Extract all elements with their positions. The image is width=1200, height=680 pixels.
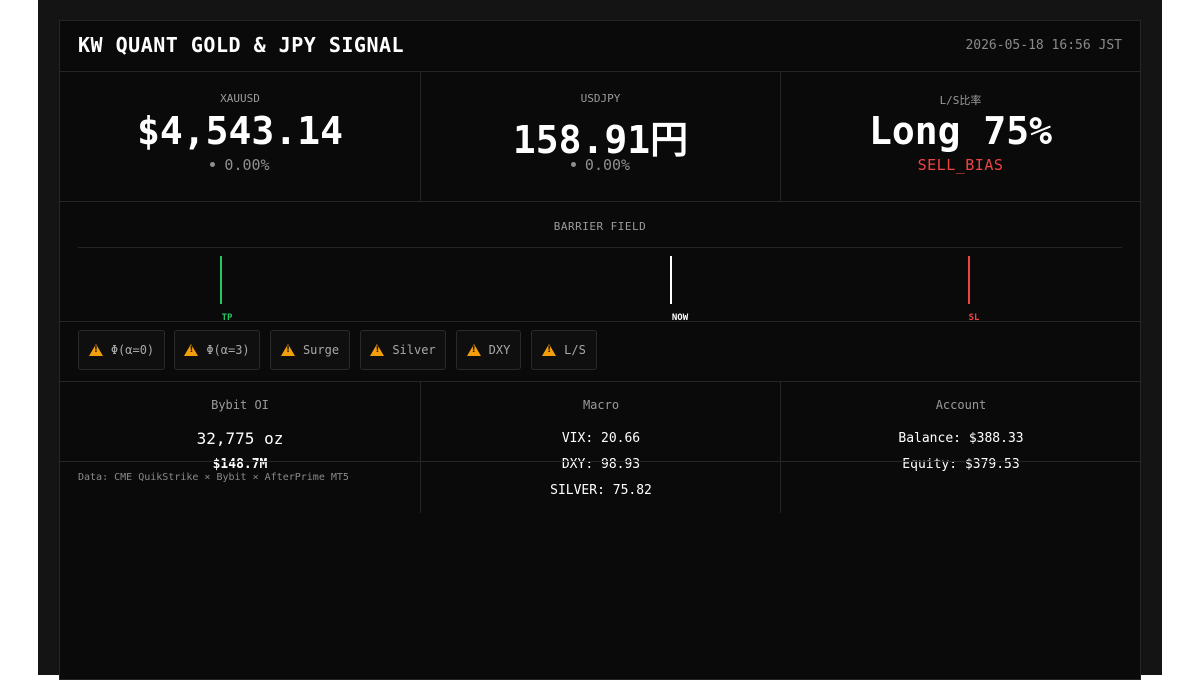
quote-usdjpy: USDJPY 158.91円 0.00%: [420, 71, 780, 201]
quote-label: USDJPY: [580, 92, 621, 105]
warning-icon: [88, 344, 103, 356]
account-card: Account Balance: $388.33 Equity: $379.53: [780, 381, 1141, 513]
chip-label: Surge: [302, 343, 340, 357]
chip-phi-alpha-0[interactable]: Φ(α=0): [78, 330, 165, 370]
footer-divider: [60, 461, 1140, 462]
quote-change-value: 0.00%: [224, 156, 270, 174]
chip-label: Φ(α=0): [110, 343, 155, 357]
now-marker: [670, 256, 672, 304]
quote-price: $4,543.14: [137, 109, 343, 153]
chip-label: Φ(α=3): [206, 343, 250, 357]
dot-icon: [570, 161, 576, 167]
warning-icon: [466, 344, 481, 356]
chip-label: Silver: [392, 343, 436, 357]
barrier-field: BARRIER FIELD TP NOW SL: [60, 201, 1140, 323]
sl-marker: [968, 256, 970, 304]
stat-label: Macro: [582, 398, 620, 412]
dot-icon: [210, 161, 216, 167]
vix-value: VIX: 20.66: [561, 431, 641, 446]
quote-ls-ratio: L/S比率 Long 75% SELL_BIAS: [780, 71, 1140, 201]
warning-icon: [184, 344, 199, 356]
chip-surge[interactable]: Surge: [270, 330, 350, 370]
balance-value: Balance: $388.33: [898, 431, 1024, 446]
data-source: Data: CME QuikStrike × Bybit × AfterPrim…: [78, 472, 349, 483]
stat-label: Bybit OI: [211, 398, 269, 412]
chip-phi-alpha-3[interactable]: Φ(α=3): [174, 330, 260, 370]
equity-value: Equity: $379.53: [902, 457, 1020, 472]
signal-panel: KW QUANT GOLD & JPY SIGNAL 2026-05-18 16…: [59, 20, 1141, 680]
oi-value: 32,775 oz: [196, 429, 284, 448]
chip-dxy[interactable]: DXY: [456, 330, 521, 370]
tp-marker: [220, 256, 222, 304]
app-frame: KW QUANT GOLD & JPY SIGNAL 2026-05-18 16…: [38, 0, 1162, 680]
bybit-oi-card: Bybit OI 32,775 oz $148.7M: [60, 381, 420, 513]
quote-ratio: Long 75%: [868, 109, 1053, 153]
panel-header: KW QUANT GOLD & JPY SIGNAL 2026-05-18 16…: [60, 21, 1140, 72]
quote-label: XAUUSD: [220, 92, 260, 105]
quote-change: 0.00%: [421, 156, 780, 174]
chip-silver[interactable]: Silver: [360, 330, 446, 370]
barrier-divider: [78, 247, 1122, 248]
silver-value: SILVER: 75.82: [550, 483, 652, 498]
macro-card: Macro VIX: 20.66 DXY: 98.93 SILVER: 75.8…: [420, 381, 781, 513]
timestamp: 2026-05-18 16:56 JST: [965, 38, 1122, 53]
warning-icon: [542, 344, 557, 356]
chip-ls[interactable]: L/S: [531, 330, 597, 370]
warning-icon: [280, 344, 295, 356]
quote-label: L/S比率: [939, 94, 982, 107]
quote-xauusd: XAUUSD $4,543.14 0.00%: [60, 71, 420, 201]
dxy-value: DXY: 98.93: [561, 457, 641, 472]
quote-change-value: 0.00%: [584, 156, 631, 174]
bias-badge: SELL_BIAS: [917, 156, 1004, 174]
stat-label: Account: [935, 398, 987, 412]
chip-label: DXY: [488, 343, 511, 357]
quote-change: 0.00%: [60, 156, 420, 174]
chip-label: L/S: [564, 343, 586, 357]
quote-row: XAUUSD $4,543.14 0.00% USDJPY 158.91円 0.…: [60, 71, 1140, 202]
alert-chips: Φ(α=0) Φ(α=3) Surge Silver DXY L/S: [60, 321, 1140, 382]
warning-icon: [370, 344, 385, 356]
page-title: KW QUANT GOLD & JPY SIGNAL: [78, 33, 405, 57]
oi-notional: $148.7M: [212, 457, 268, 472]
stats-row: Bybit OI 32,775 oz $148.7M Macro VIX: 20…: [60, 381, 1140, 513]
barrier-title: BARRIER FIELD: [553, 220, 647, 233]
